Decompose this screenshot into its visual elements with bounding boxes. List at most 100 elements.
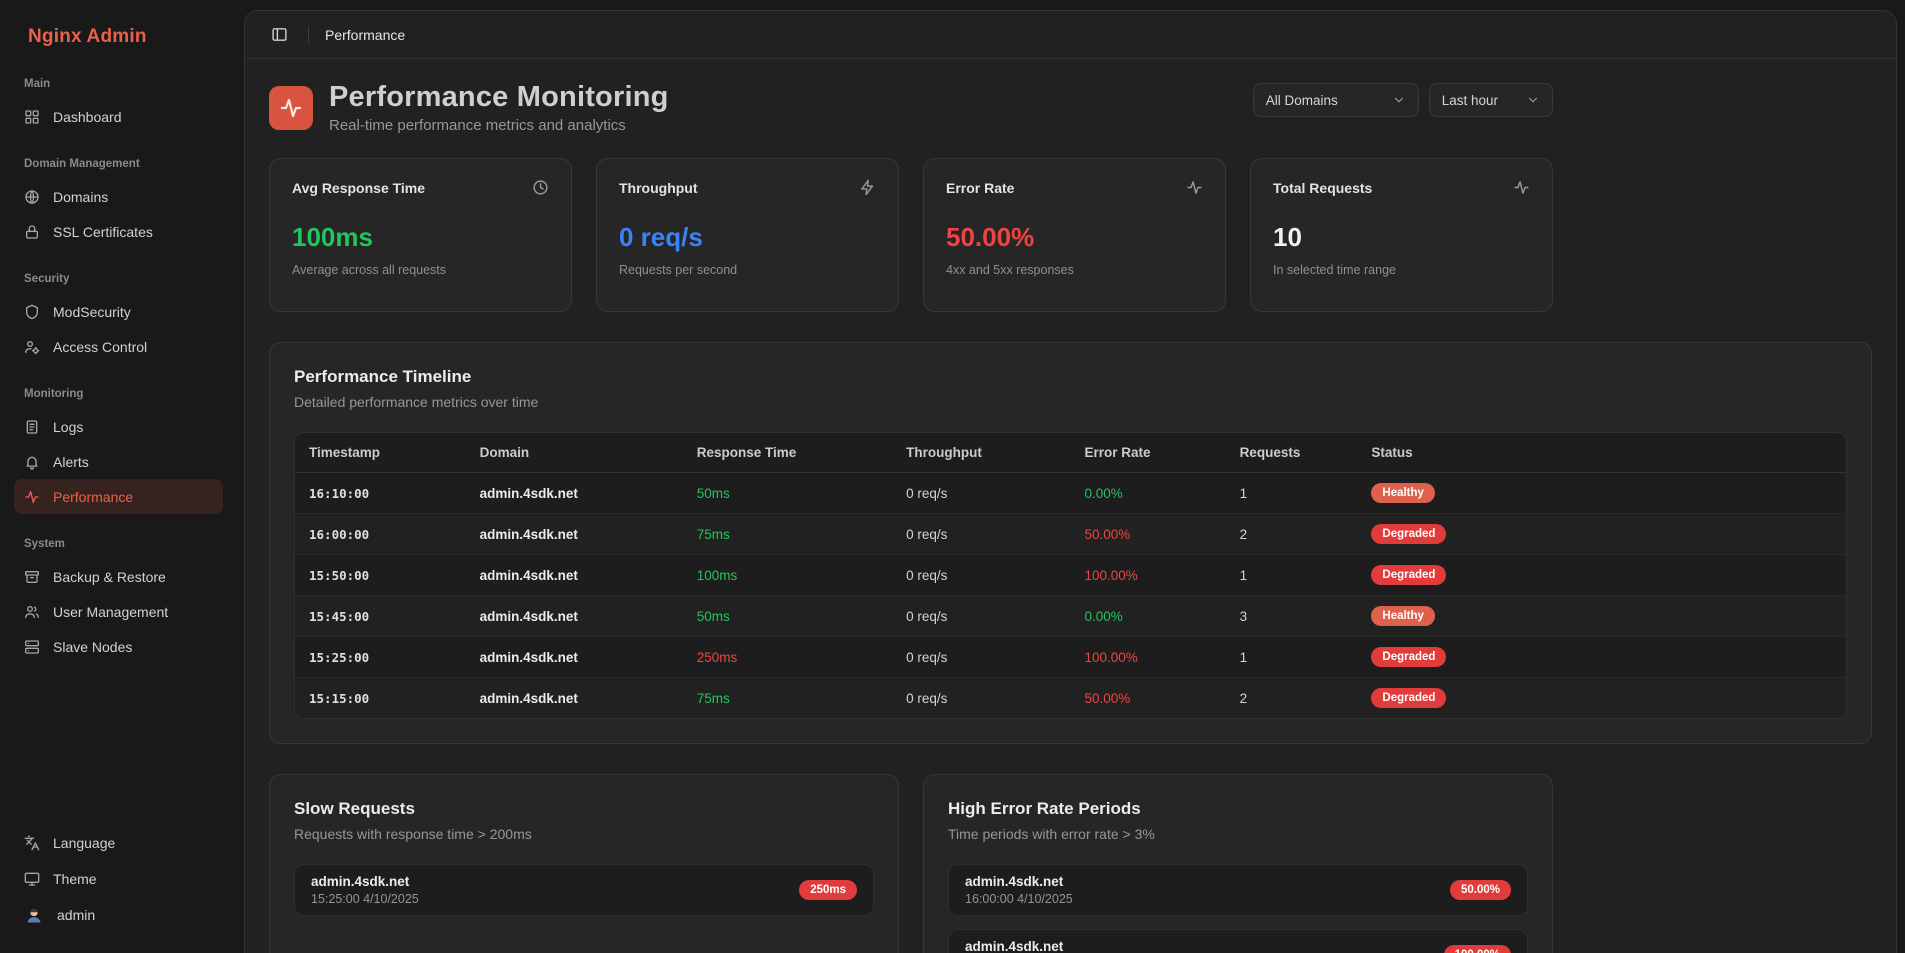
table-row: 15:15:00 admin.4sdk.net 75ms 0 req/s 50.… [295,678,1846,719]
languages-icon [24,835,40,851]
stat-title: Error Rate [946,180,1014,196]
sidebar-toggle-button[interactable] [267,22,292,47]
nav-section-label: Monitoring [14,388,223,400]
column-header-status: Status [1357,433,1846,473]
sidebar-item-access-control[interactable]: Access Control [14,329,223,364]
nav-section-label: System [14,538,223,550]
nav-section-security: Security ModSecurity Access Control [14,273,223,364]
cell-status: Degraded [1357,514,1846,555]
stat-value: 0 req/s [619,222,876,253]
sidebar-item-slave-nodes[interactable]: Slave Nodes [14,629,223,664]
cell-error-rate: 100.00% [1070,637,1225,678]
nav-section-label: Main [14,78,223,90]
sidebar-item-alerts[interactable]: Alerts [14,444,223,479]
cell-timestamp: 16:00:00 [295,514,466,555]
cell-requests: 1 [1226,555,1358,596]
status-badge: Degraded [1371,688,1446,708]
cell-requests: 1 [1226,637,1358,678]
sidebar-item-label: Alerts [53,454,89,470]
cell-domain: admin.4sdk.net [466,473,683,514]
list-item-time: 15:25:00 4/10/2025 [311,892,419,906]
cell-response-time: 250ms [683,637,892,678]
cell-error-rate: 0.00% [1070,596,1225,637]
time-filter-select[interactable]: Last hour [1429,83,1553,117]
metric-badge: 100.00% [1444,945,1511,953]
activity-icon [279,96,303,120]
panel-left-icon [271,26,288,43]
stat-card-header: Throughput [619,179,876,196]
page-header-icon-box [269,86,313,130]
cell-timestamp: 15:25:00 [295,637,466,678]
column-header-domain: Domain [466,433,683,473]
page-content: Performance Monitoring Real-time perform… [245,59,1896,953]
metric-badge: 250ms [799,880,857,900]
cell-response-time: 50ms [683,473,892,514]
sidebar-item-performance[interactable]: Performance [14,479,223,514]
performance-timeline-card: Performance Timeline Detailed performanc… [269,342,1872,744]
stat-subtitle: Requests per second [619,263,876,277]
stats-grid: Avg Response Time 100ms Average across a… [269,158,1553,312]
high-error-rate-subtitle: Time periods with error rate > 3% [948,826,1528,842]
sidebar-item-label: SSL Certificates [53,224,153,240]
status-badge: Degraded [1371,524,1446,544]
app-brand: Nginx Admin [14,20,223,48]
cell-response-time: 50ms [683,596,892,637]
sidebar-item-theme[interactable]: Theme [14,861,223,897]
stat-value: 50.00% [946,222,1203,253]
topbar: Performance [245,11,1896,59]
sidebar-item-label: Language [53,835,115,851]
cell-error-rate: 0.00% [1070,473,1225,514]
sidebar-item-label: Theme [53,871,97,887]
page-header-left: Performance Monitoring Real-time perform… [269,81,669,134]
status-badge: Healthy [1371,606,1435,626]
list-item-domain: admin.4sdk.net [965,939,1073,953]
cell-timestamp: 15:45:00 [295,596,466,637]
cell-domain: admin.4sdk.net [466,596,683,637]
stat-value: 10 [1273,222,1530,253]
sidebar-item-backup-restore[interactable]: Backup & Restore [14,559,223,594]
stat-subtitle: 4xx and 5xx responses [946,263,1203,277]
server-icon [24,639,40,655]
sidebar-item-admin-user[interactable]: admin [14,897,223,933]
stat-card-error-rate: Error Rate 50.00% 4xx and 5xx responses [923,158,1226,312]
sidebar-item-language[interactable]: Language [14,825,223,861]
list-item-domain: admin.4sdk.net [311,874,419,889]
status-badge: Healthy [1371,483,1435,503]
globe-icon [24,189,40,205]
cell-timestamp: 16:10:00 [295,473,466,514]
column-header-error-rate: Error Rate [1070,433,1225,473]
activity-icon [24,489,40,505]
table-row: 15:50:00 admin.4sdk.net 100ms 0 req/s 10… [295,555,1846,596]
table-row: 15:25:00 admin.4sdk.net 250ms 0 req/s 10… [295,637,1846,678]
cell-status: Healthy [1357,473,1846,514]
sidebar-item-modsecurity[interactable]: ModSecurity [14,294,223,329]
status-badge: Degraded [1371,565,1446,585]
sidebar-item-domains[interactable]: Domains [14,179,223,214]
cell-error-rate: 50.00% [1070,514,1225,555]
nav-section-system: System Backup & Restore User Management … [14,538,223,664]
column-header-throughput: Throughput [892,433,1070,473]
stat-title: Throughput [619,180,698,196]
cell-response-time: 75ms [683,678,892,719]
column-header-timestamp: Timestamp [295,433,466,473]
slow-requests-card: Slow Requests Requests with response tim… [269,774,899,953]
page-title: Performance Monitoring [329,81,669,114]
lock-icon [24,224,40,240]
sidebar-item-logs[interactable]: Logs [14,409,223,444]
filters: All Domains Last hour [1253,81,1553,117]
cell-status: Degraded [1357,637,1846,678]
sidebar-footer: Language Theme admin [14,825,223,933]
slow-requests-subtitle: Requests with response time > 200ms [294,826,874,842]
cell-error-rate: 50.00% [1070,678,1225,719]
sidebar-item-ssl-certificates[interactable]: SSL Certificates [14,214,223,249]
zap-icon [859,179,876,196]
domain-filter-select[interactable]: All Domains [1253,83,1419,117]
sidebar-item-user-management[interactable]: User Management [14,594,223,629]
sidebar-item-dashboard[interactable]: Dashboard [14,99,223,134]
cell-domain: admin.4sdk.net [466,678,683,719]
cell-requests: 2 [1226,678,1358,719]
stat-card-avg-response-time: Avg Response Time 100ms Average across a… [269,158,572,312]
user-cog-icon [24,339,40,355]
stat-value: 100ms [292,222,549,253]
sidebar-item-label: Slave Nodes [53,639,132,655]
